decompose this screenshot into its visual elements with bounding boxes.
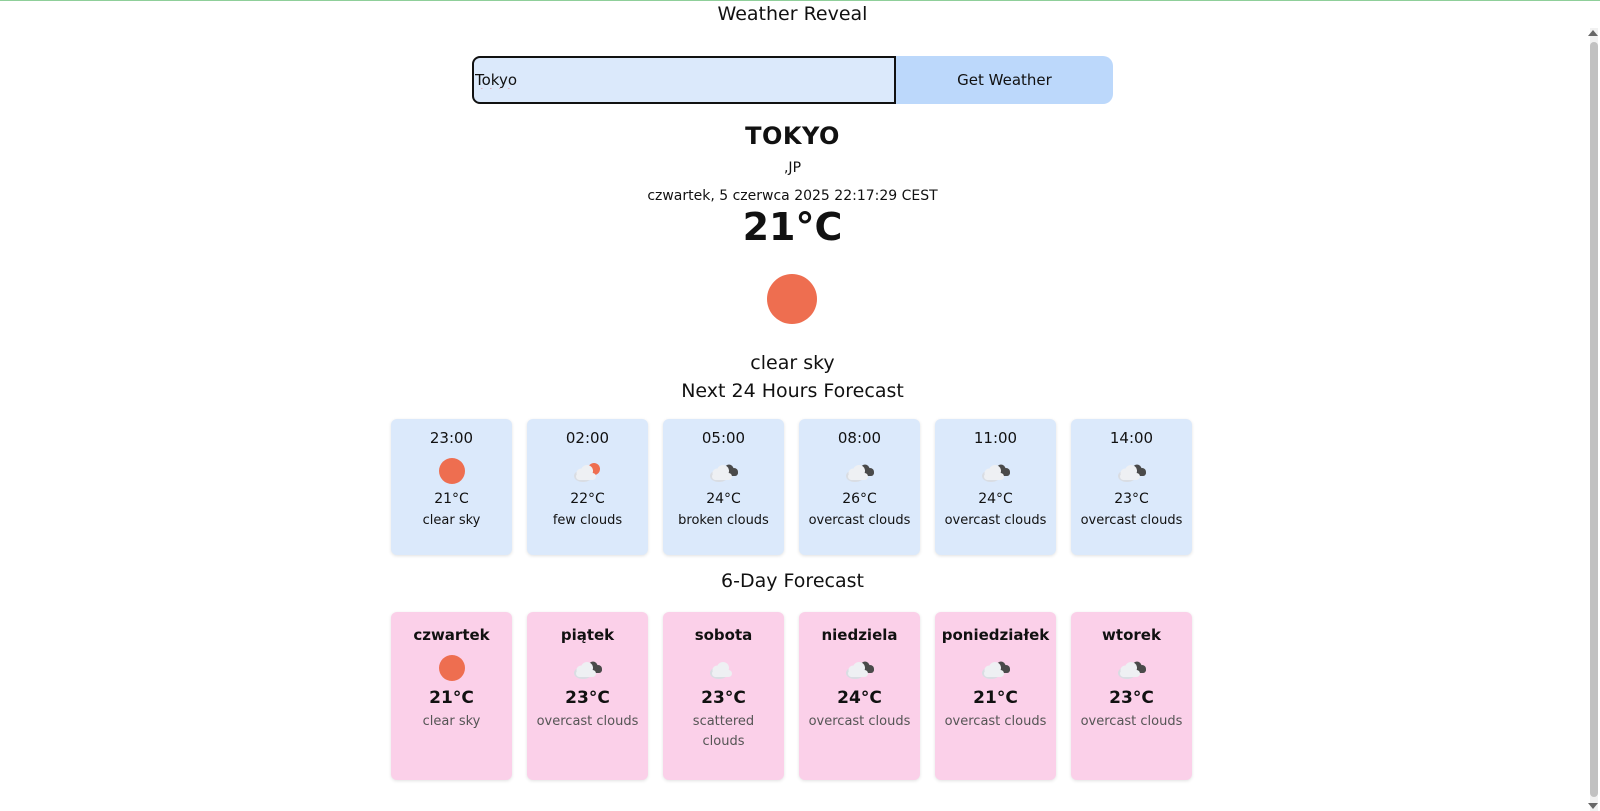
- hourly-forecast-card: 08:00 26°C overcast clouds: [799, 419, 920, 555]
- current-temperature: 21°C: [742, 205, 843, 249]
- current-description: clear sky: [750, 352, 835, 374]
- weather-icon: [391, 451, 512, 491]
- forecast-time: 23:00: [429, 429, 474, 447]
- forecast-description: overcast clouds: [808, 714, 911, 729]
- forecast-temperature: 23°C: [1109, 688, 1154, 708]
- forecast-temperature: 21°C: [973, 688, 1018, 708]
- daily-forecast-card: czwartek 21°C clear sky: [391, 612, 512, 780]
- daily-forecast-title: 6-Day Forecast: [721, 570, 864, 592]
- forecast-description: overcast clouds: [808, 513, 911, 528]
- overcast-clouds-icon: [527, 648, 648, 688]
- forecast-description: clear sky: [422, 513, 481, 528]
- overcast-clouds-icon: [799, 451, 920, 491]
- forecast-description: few clouds: [552, 513, 623, 528]
- daily-forecast-card: wtorek 23°C overcast clouds: [1071, 612, 1192, 780]
- city-search-input[interactable]: [472, 56, 896, 104]
- hourly-forecast-card: 23:00 21°C clear sky: [391, 419, 512, 555]
- forecast-temperature: 24°C: [837, 688, 882, 708]
- broken-clouds-icon: [663, 451, 784, 491]
- sun-icon: [438, 458, 465, 484]
- forecast-description: scattered clouds: [692, 714, 755, 749]
- forecast-description: overcast clouds: [1080, 714, 1183, 729]
- forecast-time: 11:00: [973, 429, 1018, 447]
- overcast-clouds-icon: [799, 648, 920, 688]
- scattered-clouds-icon: [663, 648, 784, 688]
- page-scrollbar[interactable]: [1586, 28, 1600, 811]
- top-border: [0, 0, 1600, 1]
- app-title: Weather Reveal: [717, 3, 868, 25]
- forecast-description: overcast clouds: [944, 513, 1047, 528]
- city-name: TOKYO: [745, 122, 840, 150]
- forecast-temperature: 21°C: [429, 688, 474, 708]
- scrollbar-thumb[interactable]: [1590, 42, 1598, 797]
- scroll-up-arrow-icon[interactable]: [1588, 30, 1598, 36]
- forecast-description: broken clouds: [678, 513, 769, 528]
- daily-forecast-card: sobota 23°C scattered clouds: [663, 612, 784, 780]
- forecast-time: 08:00: [837, 429, 882, 447]
- forecast-temperature: 22°C: [570, 491, 605, 507]
- daily-forecast-card: piątek 23°C overcast clouds: [527, 612, 648, 780]
- forecast-day: wtorek: [1102, 626, 1161, 644]
- forecast-temperature: 23°C: [565, 688, 610, 708]
- daily-forecast-card: poniedziałek 21°C overcast clouds: [935, 612, 1056, 780]
- forecast-temperature: 21°C: [434, 491, 469, 507]
- forecast-day: niedziela: [821, 626, 898, 644]
- forecast-day: piątek: [560, 626, 615, 644]
- sun-icon: [767, 274, 817, 324]
- daily-forecast-list: czwartek 21°C clear sky piątek 23°C overcast…: [391, 612, 1192, 780]
- forecast-day: sobota: [694, 626, 753, 644]
- hourly-forecast-card: 05:00 24°C broken clouds: [663, 419, 784, 555]
- scroll-down-arrow-icon[interactable]: [1588, 803, 1598, 809]
- few-clouds-icon: [527, 451, 648, 491]
- sun-icon: [438, 655, 465, 681]
- forecast-time: 05:00: [701, 429, 746, 447]
- forecast-description: overcast clouds: [944, 714, 1047, 729]
- forecast-temperature: 23°C: [1114, 491, 1149, 507]
- overcast-clouds-icon: [1071, 648, 1192, 688]
- forecast-description: overcast clouds: [536, 714, 639, 729]
- hourly-forecast-list: 23:00 21°C clear sky 02:00 22°C few clouds 05…: [391, 419, 1192, 555]
- hourly-forecast-card: 14:00 23°C overcast clouds: [1071, 419, 1192, 555]
- forecast-temperature: 23°C: [701, 688, 746, 708]
- hourly-forecast-card: 02:00 22°C few clouds: [527, 419, 648, 555]
- hourly-forecast-title: Next 24 Hours Forecast: [681, 380, 904, 402]
- overcast-clouds-icon: [935, 451, 1056, 491]
- forecast-description: clear sky: [422, 714, 481, 729]
- weather-icon: [391, 648, 512, 688]
- hourly-forecast-card: 11:00 24°C overcast clouds: [935, 419, 1056, 555]
- forecast-description: overcast clouds: [1080, 513, 1183, 528]
- forecast-day: poniedziałek: [941, 626, 1050, 644]
- get-weather-button[interactable]: Get Weather: [896, 56, 1113, 104]
- forecast-temperature: 24°C: [706, 491, 741, 507]
- current-datetime: czwartek, 5 czerwca 2025 22:17:29 CEST: [647, 188, 938, 204]
- forecast-day: czwartek: [413, 626, 490, 644]
- forecast-temperature: 24°C: [978, 491, 1013, 507]
- daily-forecast-card: niedziela 24°C overcast clouds: [799, 612, 920, 780]
- forecast-time: 14:00: [1109, 429, 1154, 447]
- search-bar: Get Weather: [472, 56, 1113, 104]
- overcast-clouds-icon: [1071, 451, 1192, 491]
- country-code: ,JP: [783, 160, 802, 176]
- overcast-clouds-icon: [935, 648, 1056, 688]
- forecast-time: 02:00: [565, 429, 610, 447]
- forecast-temperature: 26°C: [842, 491, 877, 507]
